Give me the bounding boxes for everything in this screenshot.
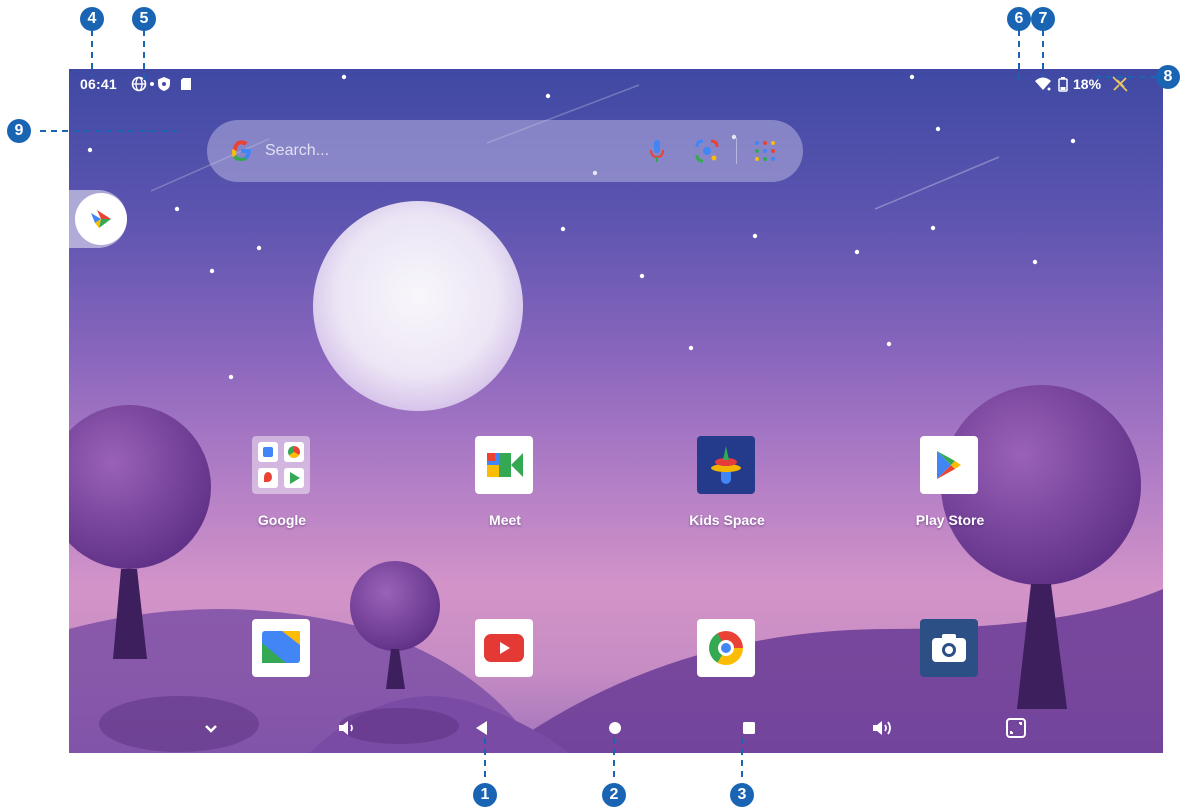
callout-leader-lines: [40, 30, 1156, 782]
callout-2: 2: [602, 783, 626, 807]
callout-6: 6: [1007, 7, 1031, 31]
callout-7: 7: [1031, 7, 1055, 31]
callout-8: 8: [1156, 65, 1180, 89]
callout-5: 5: [132, 7, 156, 31]
callout-1: 1: [473, 783, 497, 807]
callout-9: 9: [7, 119, 31, 143]
callout-3: 3: [730, 783, 754, 807]
callout-4: 4: [80, 7, 104, 31]
